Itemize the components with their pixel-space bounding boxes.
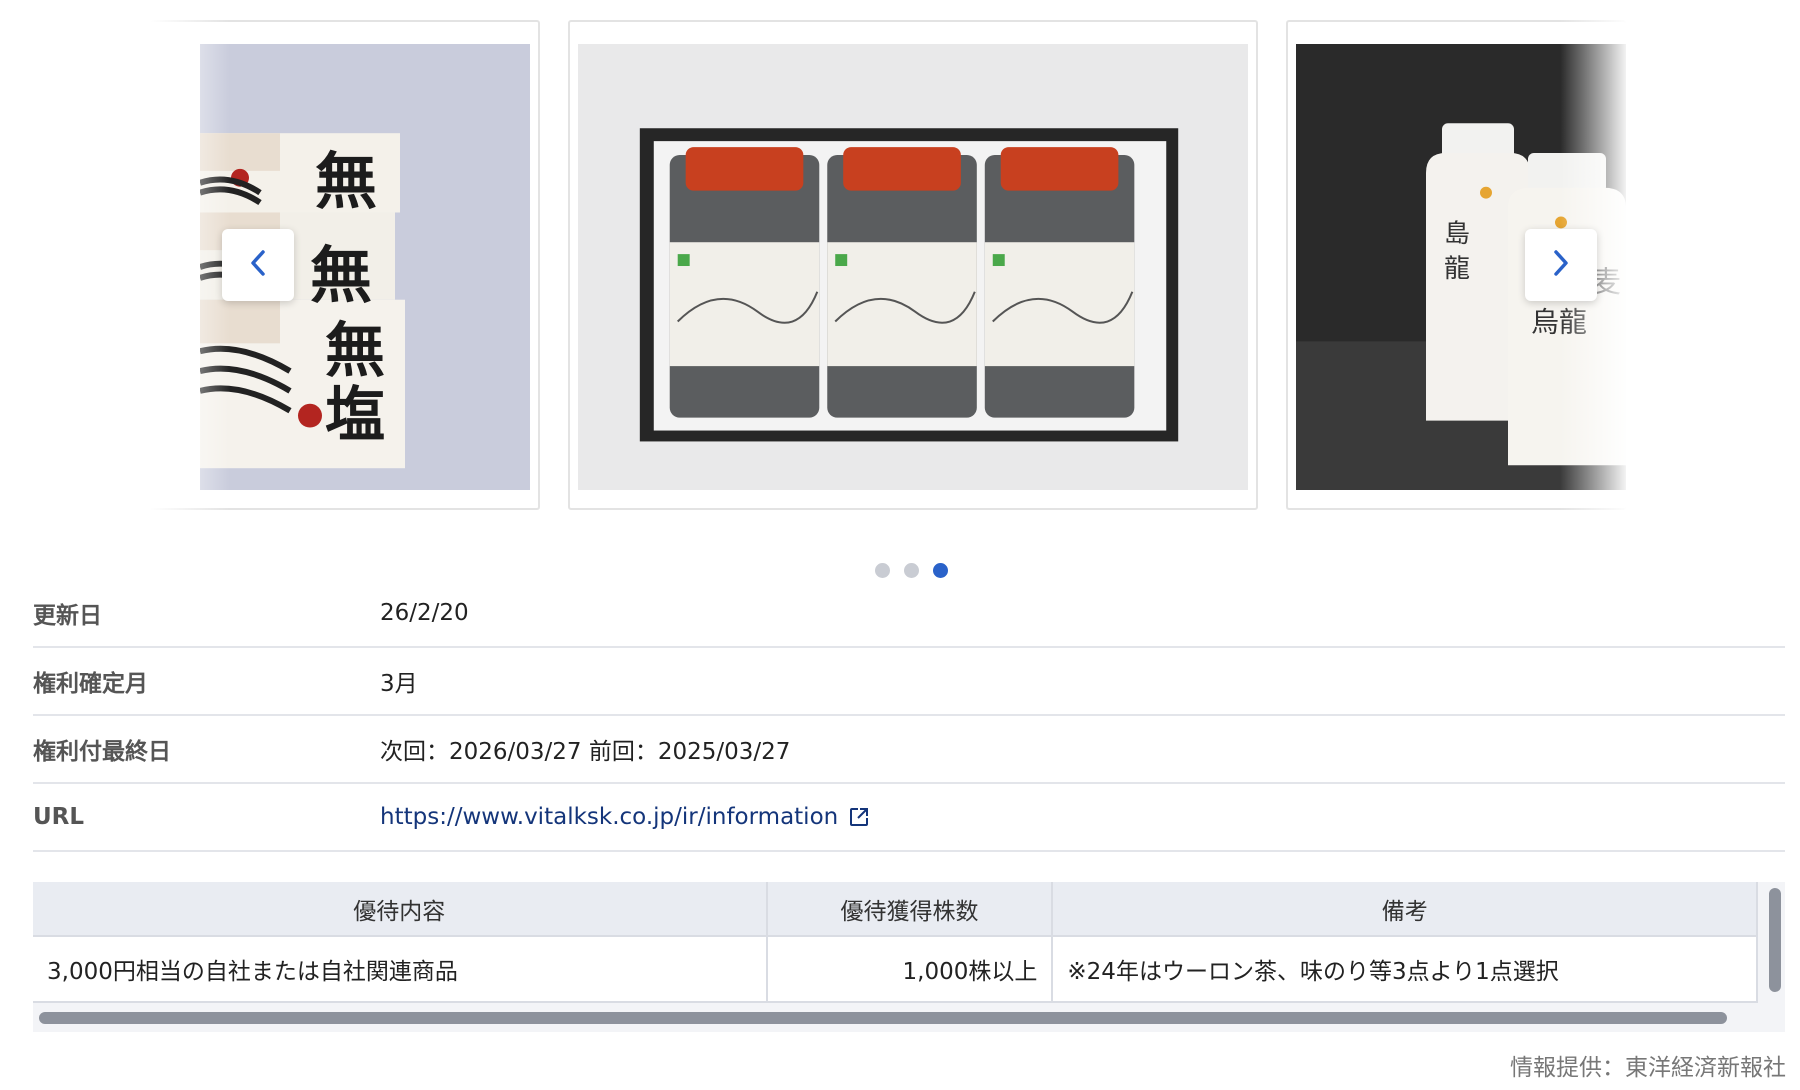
- svg-text:烏龍: 烏龍: [1531, 306, 1587, 339]
- benefit-table-scroll-container[interactable]: 優待内容 優待獲得株数 備考 3,000円相当の自社または自社関連商品 1,00…: [33, 882, 1785, 1032]
- carousel-next-button[interactable]: [1525, 229, 1597, 301]
- info-label: URL: [33, 804, 85, 830]
- svg-text:塩: 塩: [325, 381, 385, 451]
- carousel-dot-2[interactable]: [903, 563, 919, 578]
- info-row-record-month: 権利確定月 3月: [33, 648, 1785, 716]
- table-header-row: 優待内容 優待獲得株数 備考: [33, 882, 1758, 937]
- info-row-url: URL https://www.vitalksk.co.jp/ir/inform…: [33, 784, 1785, 852]
- info-label: 権利付最終日: [33, 739, 171, 765]
- company-url-link[interactable]: https://www.vitalksk.co.jp/ir/informatio…: [380, 804, 838, 830]
- chevron-right-icon: [1550, 248, 1572, 282]
- info-value: 3月: [380, 671, 418, 697]
- data-source-credit: 情報提供：東洋経済新報社: [1510, 1055, 1786, 1081]
- horizontal-scrollbar[interactable]: [39, 1012, 1727, 1024]
- carousel-slide-current[interactable]: [568, 20, 1258, 510]
- column-header-shares: 優待獲得株数: [766, 882, 1054, 937]
- info-label: 更新日: [33, 603, 102, 629]
- chevron-left-icon: [247, 248, 269, 282]
- info-value: 26/2/20: [380, 600, 469, 626]
- nori-jars-gift-box-photo: [578, 44, 1248, 490]
- carousel-dot-3-active[interactable]: [932, 563, 948, 578]
- table-row: 3,000円相当の自社または自社関連商品 1,000株以上 ※24年はウーロン茶…: [33, 936, 1758, 1003]
- carousel-slide-prev[interactable]: 無 無 無 塩: [150, 20, 540, 510]
- external-link-icon[interactable]: [848, 806, 870, 828]
- image-carousel: 無 無 無 塩 島 龍 烏龍: [0, 0, 1800, 578]
- svg-text:龍: 龍: [1444, 254, 1470, 284]
- svg-text:無: 無: [325, 316, 385, 386]
- info-value: https://www.vitalksk.co.jp/ir/informatio…: [380, 804, 870, 830]
- carousel-dot-1[interactable]: [874, 563, 890, 578]
- svg-text:無: 無: [315, 145, 377, 218]
- column-header-notes: 備考: [1052, 882, 1758, 937]
- svg-text:島: 島: [1444, 219, 1470, 249]
- vertical-scrollbar[interactable]: [1769, 888, 1781, 992]
- benefit-info-list: 更新日 26/2/20 権利確定月 3月 権利付最終日 次回：2026/03/2…: [33, 580, 1785, 852]
- svg-text:無: 無: [310, 239, 372, 312]
- cell-notes: ※24年はウーロン茶、味のり等3点より1点選択: [1052, 936, 1758, 1003]
- info-row-last-trading-day: 権利付最終日 次回：2026/03/27 前回：2025/03/27: [33, 716, 1785, 784]
- info-row-updated: 更新日 26/2/20: [33, 580, 1785, 648]
- carousel-prev-button[interactable]: [222, 229, 294, 301]
- cell-shares: 1,000株以上: [766, 936, 1054, 1003]
- carousel-pagination: [0, 563, 1800, 578]
- info-label: 権利確定月: [33, 671, 148, 697]
- info-value: 次回：2026/03/27 前回：2025/03/27: [380, 739, 791, 765]
- benefit-table: 優待内容 優待獲得株数 備考 3,000円相当の自社または自社関連商品 1,00…: [33, 882, 1758, 1003]
- column-header-benefit: 優待内容: [33, 882, 768, 937]
- cell-benefit: 3,000円相当の自社または自社関連商品: [33, 936, 768, 1003]
